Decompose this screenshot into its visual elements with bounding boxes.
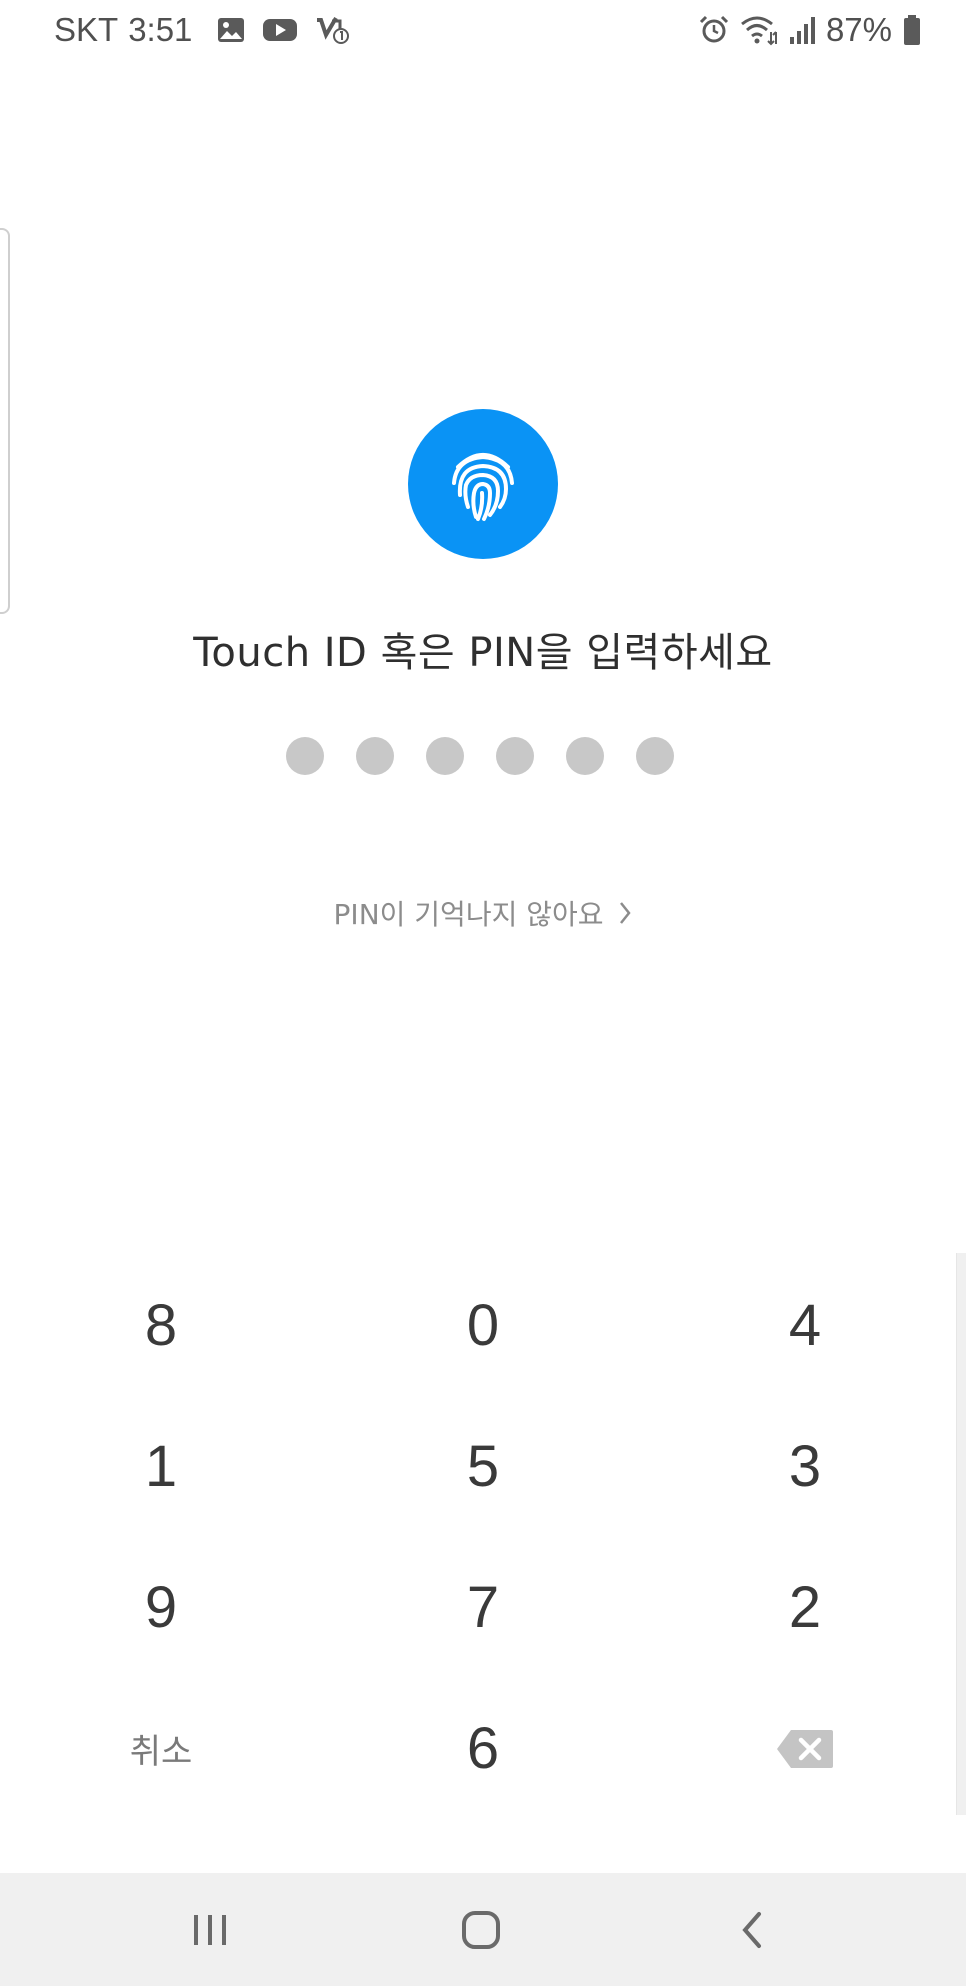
pin-dot [636,737,674,775]
key-row2-col3[interactable]: 3 [644,1396,966,1537]
fingerprint-icon [448,445,518,523]
pin-auth-screen: SKT 3:51 87% Touch ID 혹은 PIN을 입력하세요 PIN이… [0,0,966,1986]
pin-dot [496,737,534,775]
back-button[interactable] [672,1873,832,1986]
key-row1-col2[interactable]: 0 [322,1255,644,1396]
carrier-label: SKT [54,11,119,48]
recent-apps-icon [190,1912,230,1948]
key-row3-col3[interactable]: 2 [644,1537,966,1678]
key-row3-col1[interactable]: 9 [0,1537,322,1678]
cancel-button[interactable]: 취소 [0,1678,322,1819]
key-row1-col3[interactable]: 4 [644,1255,966,1396]
pin-keypad: 8 0 4 1 5 3 9 7 2 취소 6 [0,1255,966,1819]
pin-indicator [286,737,686,775]
forgot-pin-link[interactable]: PIN이 기억나지 않아요 [0,893,966,933]
status-left: SKT 3:51 [54,8,350,52]
back-icon [739,1910,765,1950]
forgot-pin-label: PIN이 기억나지 않아요 [333,898,604,931]
alarm-icon [698,14,730,46]
pin-dot [356,737,394,775]
key-row3-col2[interactable]: 7 [322,1537,644,1678]
navigation-bar [0,1873,966,1986]
recent-apps-button[interactable] [130,1873,290,1986]
backspace-button[interactable] [644,1678,966,1819]
pin-dot [286,737,324,775]
battery-icon [902,14,922,46]
edge-panel-handle[interactable] [0,228,10,614]
gallery-icon [216,16,246,44]
home-icon [460,1909,502,1951]
key-row4-col2[interactable]: 6 [322,1678,644,1819]
key-row2-col1[interactable]: 1 [0,1396,322,1537]
key-row2-col2[interactable]: 5 [322,1396,644,1537]
status-right: 87% [698,8,922,52]
clock: 3:51 [128,11,193,48]
pin-dot [426,737,464,775]
missed-call-icon [314,15,350,45]
backspace-icon [775,1728,835,1770]
pin-prompt: Touch ID 혹은 PIN을 입력하세요 [193,630,773,676]
fingerprint-button[interactable] [408,409,558,559]
pin-dot [566,737,604,775]
wifi-icon [740,14,778,46]
youtube-icon [262,16,298,44]
key-row1-col1[interactable]: 8 [0,1255,322,1396]
status-bar: SKT 3:51 87% [0,0,966,60]
chevron-right-icon [618,900,632,933]
battery-percent: 87% [825,11,892,48]
signal-icon [788,15,816,45]
keypad-scrollbar [956,1253,966,1815]
home-button[interactable] [401,1873,561,1986]
